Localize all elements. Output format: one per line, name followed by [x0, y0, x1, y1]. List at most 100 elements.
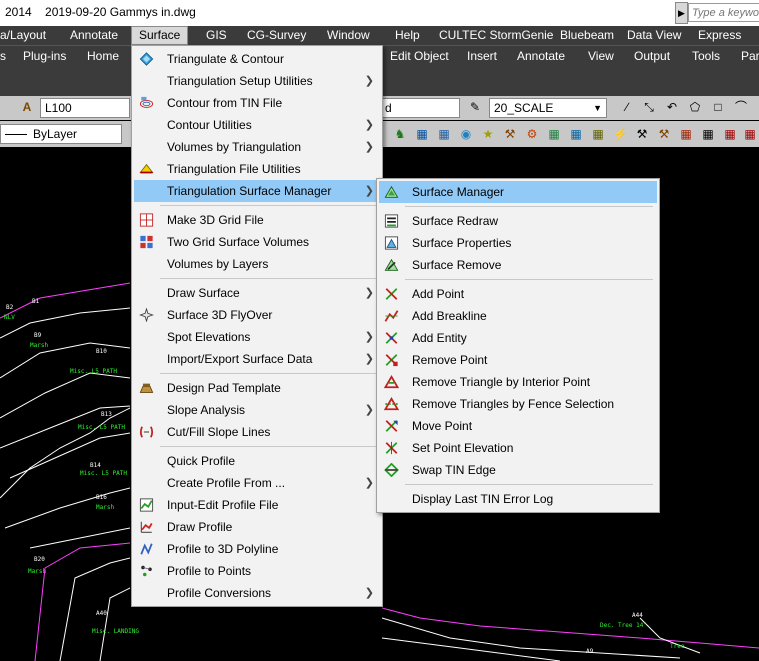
menu-item-two-grid-volumes[interactable]: Two Grid Surface Volumes [134, 231, 380, 253]
menu-bar: a/Layout Annotate Surface GIS CG-Survey … [0, 26, 759, 45]
search-expand-button[interactable]: ▶ [675, 2, 688, 24]
lightning-icon[interactable]: ⚡ [613, 127, 628, 141]
toolbar-tool-8-icon[interactable]: ▦ [547, 127, 561, 141]
menu-item-profile-conversions[interactable]: Profile Conversions ❯ [134, 582, 380, 604]
toolbar-tool-2-icon[interactable]: ▦ [415, 127, 429, 141]
menu-item-profile-to-points[interactable]: Profile to Points [134, 560, 380, 582]
layer-dropdown[interactable]: L100 [40, 98, 130, 118]
tab-tools[interactable]: Tools [692, 49, 720, 63]
search-input[interactable] [688, 3, 759, 22]
annotation-scale-icon[interactable]: ✎ [468, 100, 482, 114]
menu-bluebeam[interactable]: Bluebeam [560, 28, 614, 42]
globe-icon[interactable]: ◉ [459, 127, 473, 141]
dimstyle-dropdown[interactable]: d [380, 98, 460, 118]
toolbar-tool-3-icon[interactable]: ▦ [437, 127, 451, 141]
menu-gis[interactable]: GIS [206, 28, 227, 42]
tab-annotate[interactable]: Annotate [517, 49, 565, 63]
menu-data-view[interactable]: Data View [627, 28, 681, 42]
scale-dropdown[interactable]: 20_SCALE ▼ [489, 98, 607, 118]
menu-item-move-point[interactable]: Move Point [379, 415, 657, 437]
toolbar-tool-16-icon[interactable]: ▦ [723, 127, 737, 141]
point-description: Misc. L5 PATH [80, 470, 127, 477]
menu-item-cut-fill-slope-lines[interactable]: Cut/Fill Slope Lines [134, 421, 380, 443]
tab-output[interactable]: Output [634, 49, 670, 63]
menu-item-surface-properties[interactable]: Surface Properties [379, 232, 657, 254]
menu-item-display-tin-error-log[interactable]: Display Last TIN Error Log [379, 488, 657, 510]
tab-home[interactable]: Home [87, 49, 119, 63]
menu-item-spot-elevations[interactable]: Spot Elevations ❯ [134, 326, 380, 348]
polygon-icon[interactable]: ⬠ [688, 100, 702, 114]
menu-window[interactable]: Window [327, 28, 370, 42]
rectangle-icon[interactable]: □ [711, 100, 725, 114]
toolbar-tool-10-icon[interactable]: ▦ [591, 127, 605, 141]
tab-view[interactable]: View [588, 49, 614, 63]
menu-item-remove-triangle-interior[interactable]: Remove Triangle by Interior Point [379, 371, 657, 393]
menu-item-draw-profile[interactable]: Draw Profile [134, 516, 380, 538]
menu-item-import-export-surface[interactable]: Import/Export Surface Data ❯ [134, 348, 380, 370]
toolbar-tool-15-icon[interactable]: ▦ [701, 127, 715, 141]
menu-item-contour-utilities[interactable]: Contour Utilities ❯ [134, 114, 380, 136]
menu-cultec[interactable]: CULTEC StormGenie [439, 28, 553, 42]
toolbar-tool-17-icon[interactable]: ▦ [743, 127, 757, 141]
menu-item-surface-manager[interactable]: Surface Manager [379, 181, 657, 203]
menu-item-add-breakline[interactable]: Add Breakline [379, 305, 657, 327]
menu-item-remove-point[interactable]: Remove Point [379, 349, 657, 371]
draw-profile-icon [140, 521, 153, 533]
menu-item-triangulate-contour[interactable]: Triangulate & Contour [134, 48, 380, 70]
menu-item-remove-triangles-fence[interactable]: Remove Triangles by Fence Selection [379, 393, 657, 415]
hammer-icon[interactable]: ⚒ [503, 127, 517, 141]
arc-icon[interactable]: ↶ [665, 100, 679, 114]
menu-item-add-point[interactable]: Add Point [379, 283, 657, 305]
menu-item-surface-flyover[interactable]: Surface 3D FlyOver [134, 304, 380, 326]
point-label: B14 [90, 462, 101, 469]
menu-item-design-pad-template[interactable]: Design Pad Template [134, 377, 380, 399]
survey-icon[interactable]: ♞ [393, 127, 407, 141]
menu-item-triangulation-surface-manager[interactable]: Triangulation Surface Manager ❯ [134, 180, 380, 202]
menu-help[interactable]: Help [395, 28, 420, 42]
point-description: NLV [4, 314, 15, 321]
tab-plug-ins[interactable]: Plug-ins [23, 49, 66, 63]
menu-layout[interactable]: a/Layout [0, 28, 46, 42]
menu-item-create-profile-from[interactable]: Create Profile From ... ❯ [134, 472, 380, 494]
menu-item-profile-to-3d-polyline[interactable]: Profile to 3D Polyline [134, 538, 380, 560]
menu-cg-survey[interactable]: CG-Survey [247, 28, 306, 42]
tools-icon[interactable]: ⚒ [635, 127, 649, 141]
toolbar-tool-14-icon[interactable]: ▦ [679, 127, 693, 141]
add-entity-icon [385, 332, 398, 344]
menu-express[interactable]: Express [698, 28, 741, 42]
menu-surface[interactable]: Surface [131, 26, 189, 45]
menu-item-volumes-by-layers[interactable]: Volumes by Layers [134, 253, 380, 275]
menu-item-slope-analysis[interactable]: Slope Analysis ❯ [134, 399, 380, 421]
tab-par[interactable]: Par [741, 49, 759, 63]
menu-item-triangulation-setup[interactable]: Triangulation Setup Utilities ❯ [134, 70, 380, 92]
text-style-icon[interactable]: A [20, 100, 34, 114]
toolbar-tool-5-icon[interactable]: ★ [481, 127, 495, 141]
chevron-right-icon: ❯ [364, 404, 374, 416]
tab-s[interactable]: s [0, 49, 6, 63]
menu-item-triangulation-file-utilities[interactable]: Triangulation File Utilities [134, 158, 380, 180]
menu-item-input-edit-profile[interactable]: Input-Edit Profile File [134, 494, 380, 516]
line-icon[interactable]: ∕ [620, 100, 634, 114]
polyline-icon [140, 543, 153, 555]
tab-insert[interactable]: Insert [467, 49, 497, 63]
menu-item-surface-remove[interactable]: Surface Remove [379, 254, 657, 276]
remove-triangle-icon [384, 375, 399, 389]
tab-edit-object[interactable]: Edit Object [390, 49, 449, 63]
menu-item-make-3d-grid[interactable]: Make 3D Grid File [134, 209, 380, 231]
menu-item-swap-tin-edge[interactable]: Swap TIN Edge [379, 459, 657, 481]
construction-line-icon[interactable]: ⤡ [642, 100, 656, 114]
linetype-dropdown[interactable]: ByLayer [0, 124, 122, 144]
menu-item-draw-surface[interactable]: Draw Surface ❯ [134, 282, 380, 304]
toolbar-tool-9-icon[interactable]: ▦ [569, 127, 583, 141]
menu-item-set-point-elevation[interactable]: Set Point Elevation [379, 437, 657, 459]
menu-annotate[interactable]: Annotate [70, 28, 118, 42]
arc-tool-icon[interactable]: ⌒ [734, 100, 748, 114]
menu-item-volumes-by-triangulation[interactable]: Volumes by Triangulation ❯ [134, 136, 380, 158]
toolbar-tool-7-icon[interactable]: ⚙ [525, 127, 539, 141]
menu-item-contour-from-tin[interactable]: Contour from TIN File [134, 92, 380, 114]
menu-item-quick-profile[interactable]: Quick Profile [134, 450, 380, 472]
menu-item-surface-redraw[interactable]: Surface Redraw [379, 210, 657, 232]
toolbar-tool-13-icon[interactable]: ⚒ [657, 127, 671, 141]
menu-item-add-entity[interactable]: Add Entity [379, 327, 657, 349]
chevron-right-icon: ❯ [364, 353, 374, 365]
